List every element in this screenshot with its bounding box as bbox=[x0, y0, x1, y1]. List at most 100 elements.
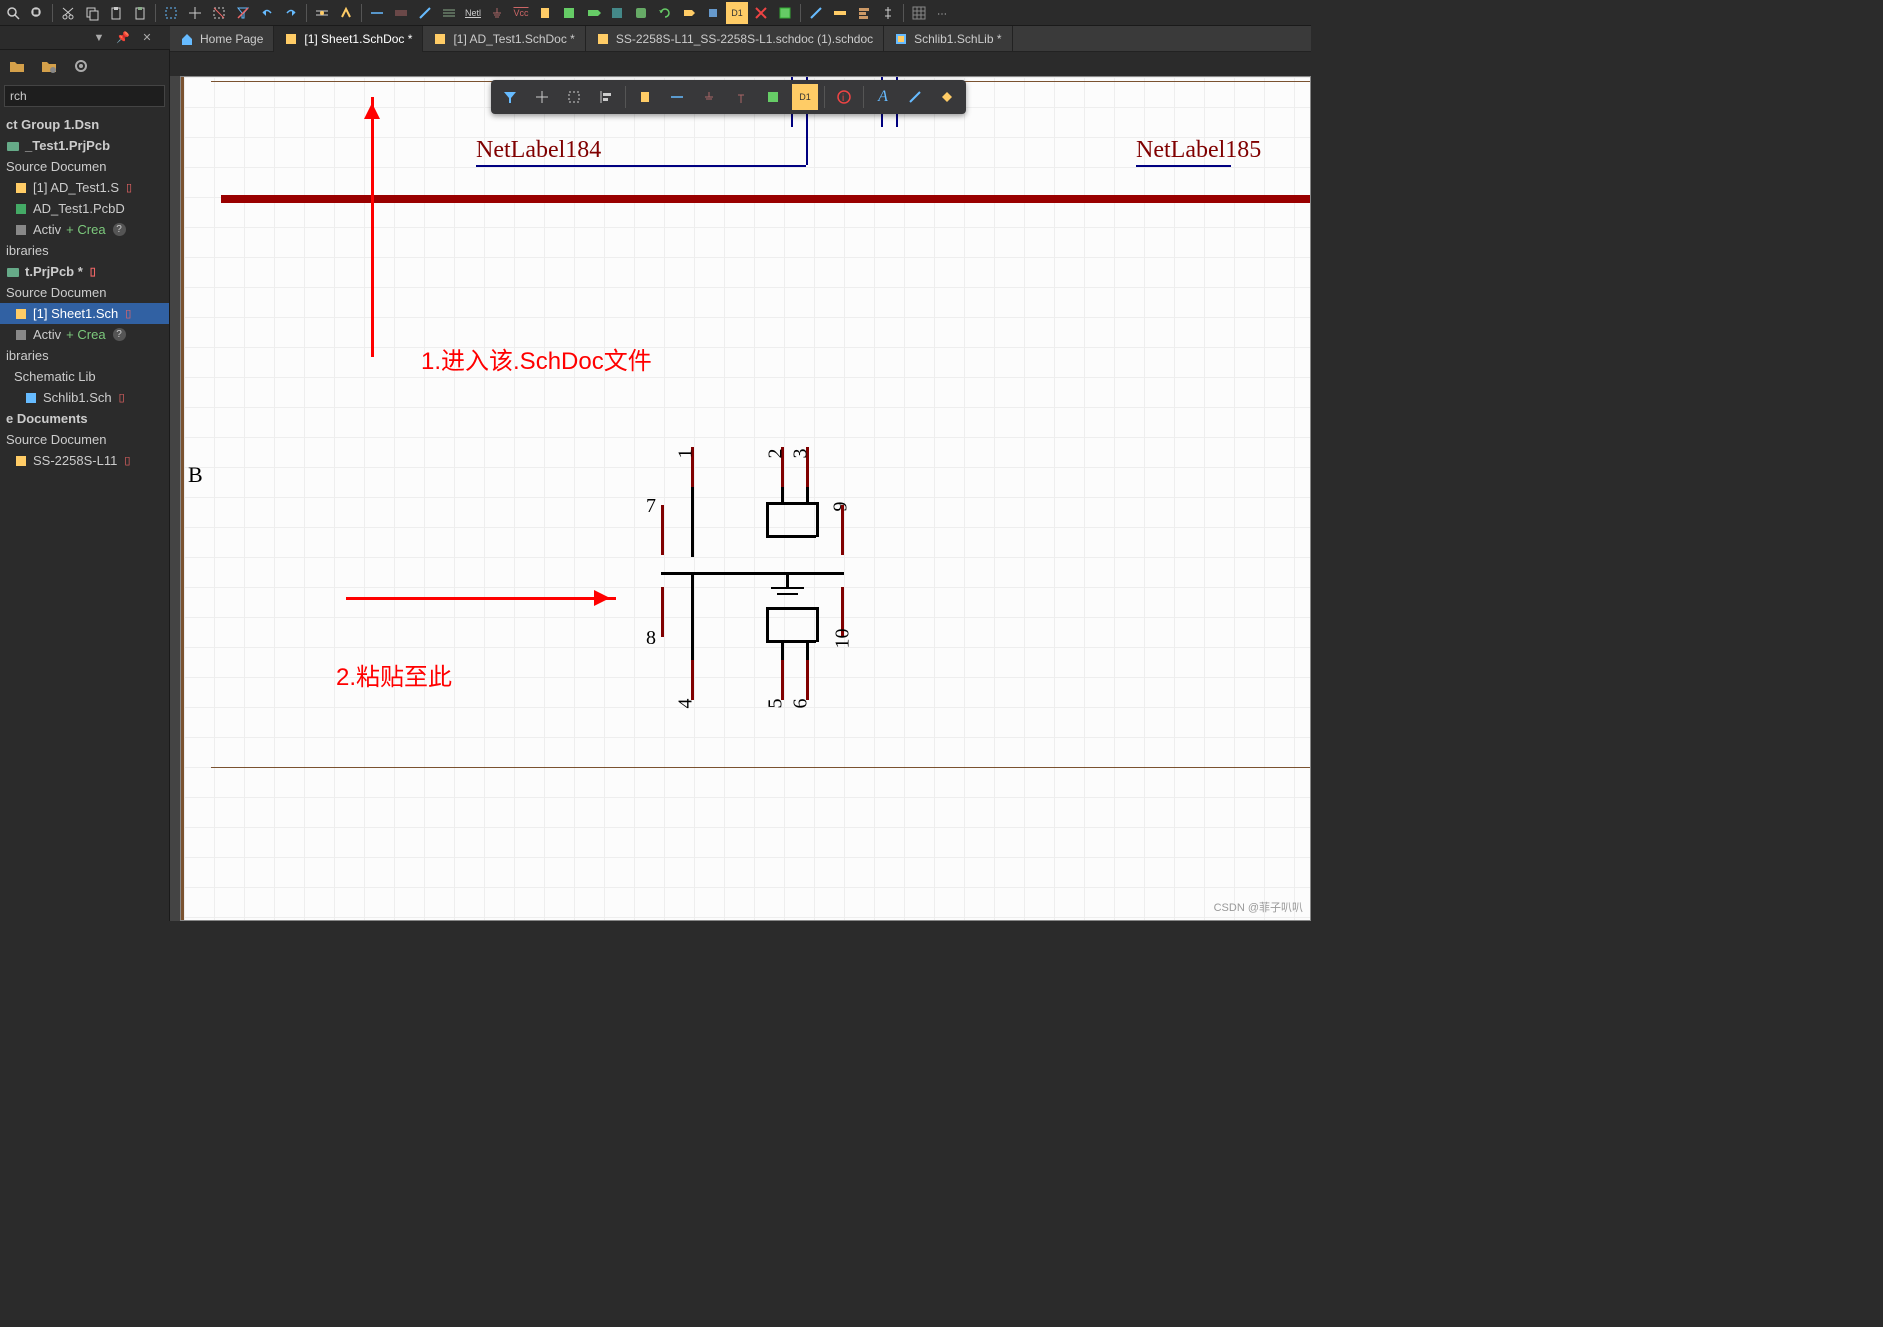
wire bbox=[1136, 165, 1231, 167]
cross-probe-icon[interactable] bbox=[311, 2, 333, 24]
tab-schlib[interactable]: Schlib1.SchLib * bbox=[884, 26, 1012, 52]
panel-dropdown-icon[interactable]: ▼ bbox=[90, 29, 108, 47]
line-icon[interactable] bbox=[805, 2, 827, 24]
align-icon[interactable] bbox=[853, 2, 875, 24]
align-left-icon[interactable] bbox=[593, 84, 619, 110]
folder-gear-icon[interactable] bbox=[38, 55, 60, 77]
grid-icon[interactable] bbox=[908, 2, 930, 24]
sheet-border bbox=[211, 767, 1310, 768]
gnd-icon[interactable] bbox=[696, 84, 722, 110]
panel-close-icon[interactable]: ✕ bbox=[138, 29, 156, 47]
pin bbox=[841, 505, 844, 555]
svg-text:⋯: ⋯ bbox=[937, 9, 947, 20]
watermark: CSDN @菲子叭叭 bbox=[1214, 899, 1303, 915]
cut-icon[interactable] bbox=[57, 2, 79, 24]
wire-icon[interactable] bbox=[366, 2, 388, 24]
tab-ss2258[interactable]: SS-2258S-L11_SS-2258S-L1.schdoc (1).schd… bbox=[586, 26, 884, 52]
netlabel-icon[interactable]: Netl bbox=[462, 2, 484, 24]
annotation-arrow bbox=[371, 97, 374, 357]
sheet-entry-icon[interactable] bbox=[582, 2, 604, 24]
sheet-symbol-icon[interactable] bbox=[558, 2, 580, 24]
tree-schlib[interactable]: Schlib1.Sch▯ bbox=[0, 387, 169, 408]
tree-pcbdoc[interactable]: AD_Test1.PcbD bbox=[0, 198, 169, 219]
tree-folder[interactable]: Source Documen bbox=[0, 429, 169, 450]
net-label[interactable]: NetLabel184 bbox=[476, 137, 601, 164]
undo-icon[interactable] bbox=[256, 2, 278, 24]
tab-label: Home Page bbox=[200, 32, 263, 46]
panel-pin-icon[interactable]: 📌 bbox=[114, 29, 132, 47]
deselect-icon[interactable] bbox=[208, 2, 230, 24]
refresh-icon[interactable] bbox=[654, 2, 676, 24]
modified-icon: ▯ bbox=[90, 265, 96, 278]
schematic-component[interactable]: 1 2 3 7 9 bbox=[641, 447, 871, 727]
port-icon[interactable] bbox=[678, 2, 700, 24]
harness-icon[interactable] bbox=[438, 2, 460, 24]
schematic-canvas[interactable]: B NetLabel184 NetLabel185 D1 i A bbox=[180, 76, 1311, 921]
pin-number: 9 bbox=[830, 502, 853, 512]
off-sheet-icon[interactable] bbox=[702, 2, 724, 24]
wire-icon[interactable] bbox=[664, 84, 690, 110]
tree-schdoc-selected[interactable]: [1] Sheet1.Sch▯ bbox=[0, 303, 169, 324]
tree-schdoc[interactable]: SS-2258S-L11▯ bbox=[0, 450, 169, 471]
tree-folder[interactable]: ibraries bbox=[0, 240, 169, 261]
part-icon[interactable] bbox=[632, 84, 658, 110]
pin-number: 4 bbox=[675, 699, 698, 709]
tree-group[interactable]: ct Group 1.Dsn bbox=[0, 114, 169, 135]
folder-icon[interactable] bbox=[6, 55, 28, 77]
tree-folder[interactable]: ibraries bbox=[0, 345, 169, 366]
net-label[interactable]: NetLabel185 bbox=[1136, 137, 1261, 164]
schlib-icon bbox=[894, 32, 908, 46]
tree-project[interactable]: t.PrjPcb *▯ bbox=[0, 261, 169, 282]
annotation-arrow bbox=[346, 597, 616, 600]
redo-icon[interactable] bbox=[280, 2, 302, 24]
gear-icon[interactable] bbox=[70, 55, 92, 77]
move-icon[interactable] bbox=[529, 84, 555, 110]
vcc-icon[interactable]: Vcc bbox=[510, 2, 532, 24]
bus-entry-icon[interactable] bbox=[414, 2, 436, 24]
clear-filter-icon[interactable] bbox=[232, 2, 254, 24]
tree-project[interactable]: _Test1.PrjPcb bbox=[0, 135, 169, 156]
gnd-icon[interactable] bbox=[486, 2, 508, 24]
tree-folder[interactable]: Source Documen bbox=[0, 156, 169, 177]
harness-conn-icon[interactable] bbox=[630, 2, 652, 24]
select-rect-icon[interactable] bbox=[160, 2, 182, 24]
sheet-icon[interactable] bbox=[760, 84, 786, 110]
text-icon[interactable]: A bbox=[870, 84, 896, 110]
project-search-input[interactable] bbox=[4, 85, 165, 107]
tree-schdoc[interactable]: [1] AD_Test1.S▯ bbox=[0, 177, 169, 198]
diamond-icon[interactable] bbox=[934, 84, 960, 110]
power-port-icon[interactable] bbox=[728, 84, 754, 110]
pin-number: 1 bbox=[675, 449, 698, 459]
warning-icon[interactable]: i bbox=[831, 84, 857, 110]
paste-icon[interactable] bbox=[105, 2, 127, 24]
tree-activebom[interactable]: Activ+ Crea? bbox=[0, 324, 169, 345]
move-icon[interactable] bbox=[184, 2, 206, 24]
tree-activebom[interactable]: Activ+ Crea? bbox=[0, 219, 169, 240]
tab-home[interactable]: Home Page bbox=[170, 26, 274, 52]
place-component-icon[interactable] bbox=[774, 2, 796, 24]
units-icon[interactable]: ⋯ bbox=[932, 2, 954, 24]
tree-folder[interactable]: Source Documen bbox=[0, 282, 169, 303]
tab-label: SS-2258S-L11_SS-2258S-L1.schdoc (1).schd… bbox=[616, 32, 873, 46]
pin-number: 2 bbox=[765, 449, 788, 459]
tree-folder[interactable]: Schematic Lib bbox=[0, 366, 169, 387]
designator-icon[interactable]: D1 bbox=[726, 2, 748, 24]
copy-icon[interactable] bbox=[81, 2, 103, 24]
paste-special-icon[interactable] bbox=[129, 2, 151, 24]
tab-adtest1[interactable]: [1] AD_Test1.SchDoc * bbox=[423, 26, 585, 52]
part-icon[interactable] bbox=[534, 2, 556, 24]
no-erc-icon[interactable] bbox=[750, 2, 772, 24]
zoom-area-icon[interactable] bbox=[26, 2, 48, 24]
select-icon[interactable] bbox=[561, 84, 587, 110]
designator-icon[interactable]: D1 bbox=[792, 84, 818, 110]
measure-icon[interactable] bbox=[829, 2, 851, 24]
bus-icon[interactable] bbox=[390, 2, 412, 24]
distribute-icon[interactable] bbox=[877, 2, 899, 24]
filter-icon[interactable] bbox=[497, 84, 523, 110]
tree-group[interactable]: e Documents bbox=[0, 408, 169, 429]
tab-sheet1[interactable]: [1] Sheet1.SchDoc * bbox=[274, 26, 423, 52]
zoom-fit-icon[interactable] bbox=[2, 2, 24, 24]
highlight-icon[interactable] bbox=[335, 2, 357, 24]
line-icon[interactable] bbox=[902, 84, 928, 110]
device-sheet-icon[interactable] bbox=[606, 2, 628, 24]
